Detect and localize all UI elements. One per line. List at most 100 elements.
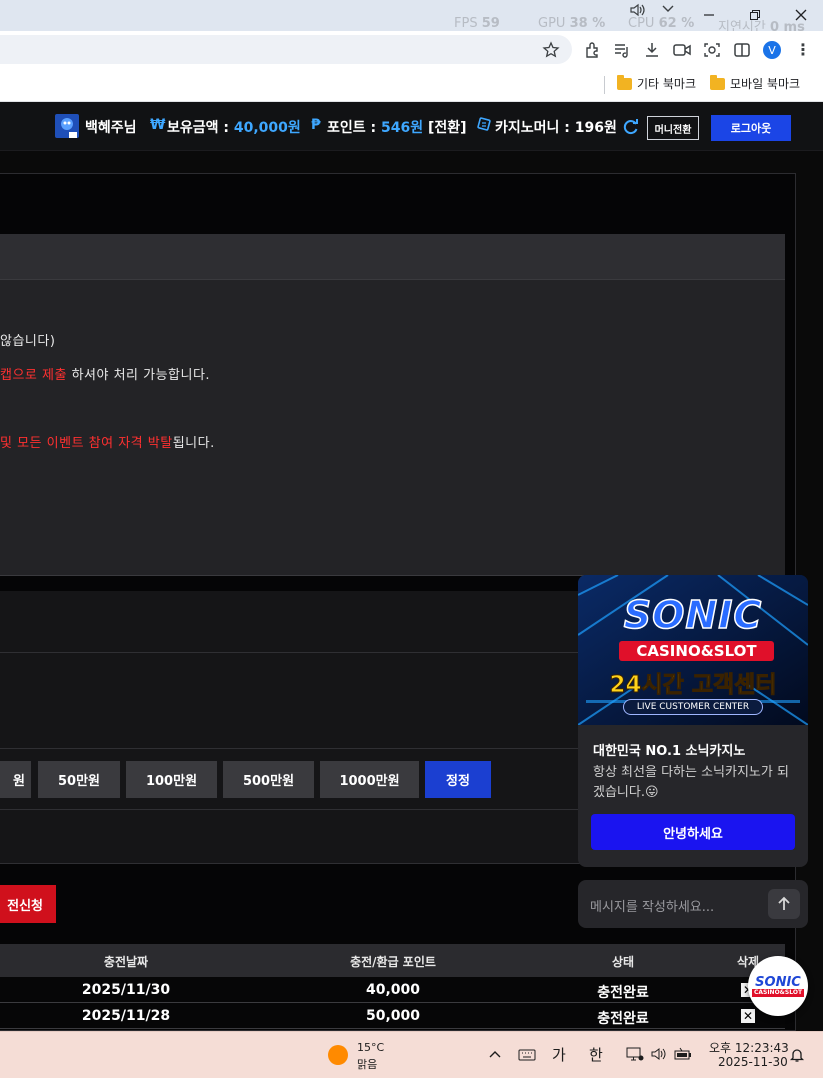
restore-button[interactable] xyxy=(741,3,769,27)
notice-header xyxy=(0,234,785,280)
row-delete-button[interactable]: ✕ xyxy=(741,1009,755,1023)
row-points: 40,000 xyxy=(365,982,421,998)
banner-headline: 24시간 고객센터 xyxy=(609,672,777,699)
browser-title-bar: FPS 59 GPU 38 % CPU 62 % 지연시간 0 ms xyxy=(0,0,823,35)
cpu-overlay: CPU 62 % xyxy=(628,16,695,31)
balance-value: 40,000원 xyxy=(233,120,301,136)
amount-button-500[interactable]: 500만원 xyxy=(223,761,314,798)
extensions-icon[interactable] xyxy=(583,40,603,60)
sun-icon[interactable] xyxy=(328,1045,348,1065)
notice-text: 하셔야 처리 가능합니다. xyxy=(66,368,211,383)
close-icon xyxy=(795,9,807,21)
bookmark-mobile[interactable]: 모바일 북마크 xyxy=(710,74,801,92)
minimize-button[interactable] xyxy=(695,3,723,27)
clock-date[interactable]: 2025-11-30 xyxy=(718,1055,788,1069)
notice-line-2: 캡으로 제출 하셔야 처리 가능합니다. xyxy=(0,364,210,383)
keyboard-icon[interactable] xyxy=(518,1049,536,1061)
float-logo-text: SONIC xyxy=(755,974,801,990)
minimize-icon xyxy=(704,14,714,16)
notice-warning-text: 캡으로 제출 xyxy=(0,368,67,383)
amount-button-1000[interactable]: 1000만원 xyxy=(320,761,419,798)
site-header: 백혜주님 ₩ 보유금액 : 40,000원 ₱ 포인트 : 546원 [전환] … xyxy=(0,102,823,151)
username: 백혜주님 xyxy=(85,120,137,136)
folder-icon xyxy=(617,74,632,90)
table-row: 2025/11/30 40,000 충전완료 ✕ xyxy=(0,977,785,1003)
amount-reset-button[interactable]: 정정 xyxy=(425,761,491,798)
point-icon: ₱ xyxy=(311,117,321,133)
profile-avatar[interactable]: V xyxy=(763,41,781,59)
row-status: 충전완료 xyxy=(597,985,649,1001)
volume-icon[interactable] xyxy=(630,3,646,17)
balance-label: 보유금액 : xyxy=(167,120,229,136)
chat-description: 항상 최선을 다하는 소닉카지노가 되겠습니다.😛 xyxy=(593,765,789,800)
menu-kebab-icon[interactable]: ⋮ xyxy=(795,40,811,60)
casino-money-label: 카지노머니 : xyxy=(495,120,570,136)
notice-body: 않습니다) 캡으로 제출 하셔야 처리 가능합니다. 및 모든 이벤트 참여 자… xyxy=(0,280,785,576)
send-button[interactable] xyxy=(768,889,800,919)
bookmarks-separator xyxy=(604,76,605,94)
point-value: 546원 xyxy=(381,120,424,136)
table-row: 2025/11/28 50,000 충전완료 ✕ xyxy=(0,1003,785,1029)
side-panel-icon[interactable] xyxy=(732,40,752,60)
weather-condition: 맑음 xyxy=(357,1058,378,1071)
casino-money-display: 카지노머니 : 196원 xyxy=(495,117,617,137)
column-header-points: 충전/환급 포인트 xyxy=(350,955,436,969)
refresh-icon[interactable] xyxy=(622,118,640,136)
notification-bell-icon[interactable] xyxy=(789,1047,805,1063)
money-convert-button[interactable]: 머니전환 xyxy=(647,116,699,140)
logout-button[interactable]: 로그아웃 xyxy=(711,115,791,141)
reading-list-icon[interactable] xyxy=(612,40,632,60)
chat-launcher-button[interactable]: SONIC CASINO&SLOT xyxy=(748,956,808,1016)
amount-button-partial[interactable]: 원 xyxy=(0,761,31,798)
network-icon[interactable] xyxy=(626,1046,644,1062)
clock-time[interactable]: 오후 12:23:43 xyxy=(709,1039,789,1056)
bookmark-star-icon[interactable] xyxy=(541,40,561,60)
bookmarks-bar: 기타 북마크 모바일 북마크 xyxy=(0,68,823,102)
chat-hello-button[interactable]: 안녕하세요 xyxy=(591,814,795,850)
point-display: 포인트 : 546원 [전환] xyxy=(327,117,467,137)
point-convert-link[interactable]: [전환] xyxy=(428,120,467,136)
notice-line-1: 않습니다) xyxy=(0,334,56,349)
column-header-date: 충전날짜 xyxy=(103,955,149,969)
battery-icon[interactable] xyxy=(674,1047,692,1061)
video-call-icon[interactable] xyxy=(672,40,692,60)
gpu-overlay: GPU 38 % xyxy=(538,16,606,31)
bookmark-label: 기타 북마크 xyxy=(637,77,697,91)
float-logo-sub: CASINO&SLOT xyxy=(751,988,805,997)
restore-icon xyxy=(750,10,760,20)
casino-chip-icon xyxy=(477,117,491,135)
bookmark-other[interactable]: 기타 북마크 xyxy=(617,74,697,92)
screenshot-icon[interactable] xyxy=(702,40,722,60)
chat-title: 대한민국 NO.1 소닉카지노 xyxy=(593,744,746,759)
chat-input-box[interactable]: 메시지를 작성하세요... xyxy=(578,880,808,928)
amount-button-100[interactable]: 100만원 xyxy=(126,761,217,798)
casino-money-value: 196원 xyxy=(574,120,617,136)
row-status: 충전완료 xyxy=(597,1011,649,1027)
charge-apply-button[interactable]: 전신청 xyxy=(0,885,56,923)
row-points: 50,000 xyxy=(365,1008,421,1024)
balance-display: 보유금액 : 40,000원 xyxy=(167,117,301,137)
sonic-logo: SONIC CASINO&SLOT xyxy=(751,974,805,997)
folder-icon xyxy=(710,74,725,90)
banner-sub: CASINO&SLOT xyxy=(619,641,774,661)
tray-chevron-up-icon[interactable] xyxy=(488,1049,502,1059)
banner-caption: LIVE CUSTOMER CENTER xyxy=(623,699,763,715)
row-date: 2025/11/28 xyxy=(81,1008,171,1024)
bookmark-label: 모바일 북마크 xyxy=(730,77,801,91)
download-icon[interactable] xyxy=(642,40,662,60)
won-icon: ₩ xyxy=(150,117,166,133)
banner-brand: SONIC xyxy=(623,592,763,638)
windows-taskbar: 15°C 맑음 가 한 오후 12:23:43 2025-11-30 xyxy=(0,1031,823,1078)
ime-mode-ga[interactable]: 가 xyxy=(552,1044,566,1065)
browser-toolbar: V ⋮ xyxy=(0,31,823,68)
column-header-status: 상태 xyxy=(611,955,635,969)
close-window-button[interactable] xyxy=(787,3,815,27)
fps-overlay: FPS 59 xyxy=(454,16,500,31)
speaker-icon[interactable] xyxy=(651,1047,667,1061)
notice-warning-text: 및 모든 이벤트 참여 자격 박탈 xyxy=(0,436,173,451)
chat-banner: SONIC CASINO&SLOT 24시간 고객센터 LIVE CUSTOME… xyxy=(578,575,808,725)
ime-mode-han[interactable]: 한 xyxy=(589,1044,603,1065)
address-bar[interactable] xyxy=(0,35,572,64)
amount-button-50[interactable]: 50만원 xyxy=(38,761,120,798)
chevron-down-icon[interactable] xyxy=(661,3,675,15)
